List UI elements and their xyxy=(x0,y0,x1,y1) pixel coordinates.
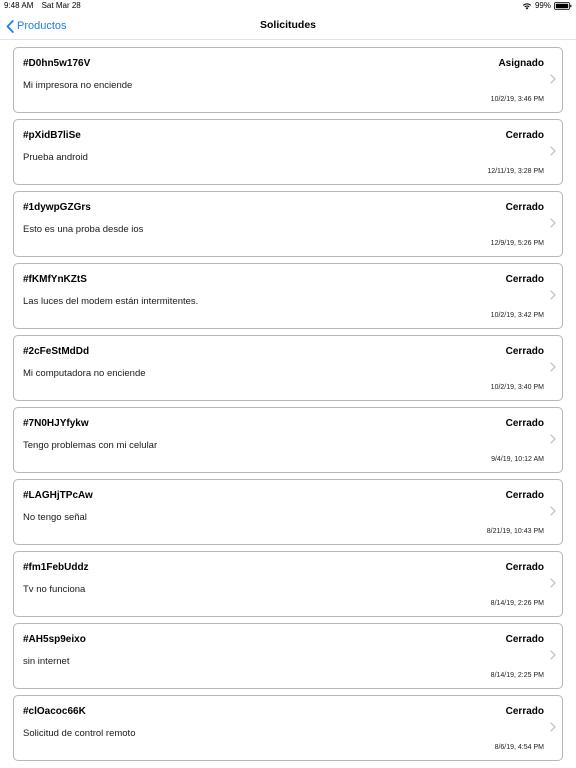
request-card[interactable]: #1dywpGZGrs Cerrado Esto es una proba de… xyxy=(13,191,563,257)
status-date: Sat Mar 28 xyxy=(41,1,81,10)
request-description: Esto es una proba desde ios xyxy=(23,224,144,235)
request-card[interactable]: #D0hn5w176V Asignado Mi impresora no enc… xyxy=(13,47,563,113)
chevron-right-icon xyxy=(550,578,556,588)
request-status: Cerrado xyxy=(505,706,544,717)
request-id: #LAGHjTPcAw xyxy=(23,490,93,501)
request-description: Solicitud de control remoto xyxy=(23,728,136,739)
navigation-bar: Productos Solicitudes xyxy=(0,12,576,40)
request-card[interactable]: #pXidB7liSe Cerrado Prueba android 12/11… xyxy=(13,119,563,185)
request-date: 10/2/19, 3:46 PM xyxy=(490,96,544,103)
request-id: #7N0HJYfykw xyxy=(23,418,89,429)
request-card[interactable]: #fm1FebUddz Cerrado Tv no funciona 8/14/… xyxy=(13,551,563,617)
request-date: 12/9/19, 5:26 PM xyxy=(490,240,544,247)
chevron-right-icon xyxy=(550,722,556,732)
status-right: 99% xyxy=(522,0,572,12)
request-id: #2cFeStMdDd xyxy=(23,346,90,357)
request-description: Tengo problemas con mi celular xyxy=(23,440,158,451)
battery-percent: 99% xyxy=(534,1,551,10)
request-description: No tengo señal xyxy=(23,512,87,523)
request-date: 8/6/19, 4:54 PM xyxy=(494,744,544,751)
request-status: Cerrado xyxy=(505,490,544,501)
request-description: sin internet xyxy=(23,656,70,667)
request-card[interactable]: #AH5sp9eixo Cerrado sin internet 8/14/19… xyxy=(13,623,563,689)
request-date: 10/2/19, 3:42 PM xyxy=(490,312,544,319)
request-date: 9/4/19, 10:12 AM xyxy=(491,456,544,463)
request-card[interactable]: #7N0HJYfykw Cerrado Tengo problemas con … xyxy=(13,407,563,473)
wifi-icon xyxy=(522,3,532,10)
chevron-right-icon xyxy=(550,74,556,84)
chevron-right-icon xyxy=(550,218,556,228)
request-date: 8/21/19, 10:43 PM xyxy=(486,528,544,535)
request-status: Asignado xyxy=(498,58,544,69)
request-id: #D0hn5w176V xyxy=(23,58,91,69)
request-description: Tv no funciona xyxy=(23,584,86,595)
status-left: 9:48 AM Sat Mar 28 xyxy=(4,0,87,12)
request-status: Cerrado xyxy=(505,346,544,357)
request-card[interactable]: #LAGHjTPcAw Cerrado No tengo señal 8/21/… xyxy=(13,479,563,545)
request-id: #fm1FebUddz xyxy=(23,562,89,573)
request-status: Cerrado xyxy=(505,418,544,429)
page-title: Solicitudes xyxy=(259,19,316,31)
requests-list: #D0hn5w176V Asignado Mi impresora no enc… xyxy=(13,47,563,767)
request-status: Cerrado xyxy=(505,634,544,645)
request-id: #clOacoc66K xyxy=(23,706,86,717)
request-card[interactable]: #2cFeStMdDd Cerrado Mi computadora no en… xyxy=(13,335,563,401)
request-status: Cerrado xyxy=(505,130,544,141)
status-bar: 9:48 AM Sat Mar 28 99% xyxy=(0,0,576,12)
request-id: #fKMfYnKZtS xyxy=(23,274,87,285)
request-card[interactable]: #clOacoc66K Cerrado Solicitud de control… xyxy=(13,695,563,761)
status-time: 9:48 AM xyxy=(4,1,34,10)
request-card[interactable]: #fKMfYnKZtS Cerrado Las luces del modem … xyxy=(13,263,563,329)
request-id: #AH5sp9eixo xyxy=(23,634,86,645)
request-id: #pXidB7liSe xyxy=(23,130,81,141)
request-date: 10/2/19, 3:40 PM xyxy=(490,384,544,391)
chevron-right-icon xyxy=(550,650,556,660)
chevron-right-icon xyxy=(550,146,556,156)
chevron-right-icon xyxy=(550,362,556,372)
chevron-right-icon xyxy=(550,434,556,444)
chevron-right-icon xyxy=(550,506,556,516)
request-description: Prueba android xyxy=(23,152,88,163)
battery-icon xyxy=(554,2,572,10)
chevron-right-icon xyxy=(550,290,556,300)
request-status: Cerrado xyxy=(505,562,544,573)
request-date: 8/14/19, 2:26 PM xyxy=(490,600,544,607)
request-status: Cerrado xyxy=(505,274,544,285)
request-description: Las luces del modem están intermitentes. xyxy=(23,296,199,307)
request-date: 12/11/19, 3:28 PM xyxy=(487,168,544,175)
request-description: Mi impresora no enciende xyxy=(23,80,133,91)
request-description: Mi computadora no enciende xyxy=(23,368,146,379)
request-date: 8/14/19, 2:25 PM xyxy=(490,672,544,679)
request-status: Cerrado xyxy=(505,202,544,213)
request-id: #1dywpGZGrs xyxy=(23,202,91,213)
